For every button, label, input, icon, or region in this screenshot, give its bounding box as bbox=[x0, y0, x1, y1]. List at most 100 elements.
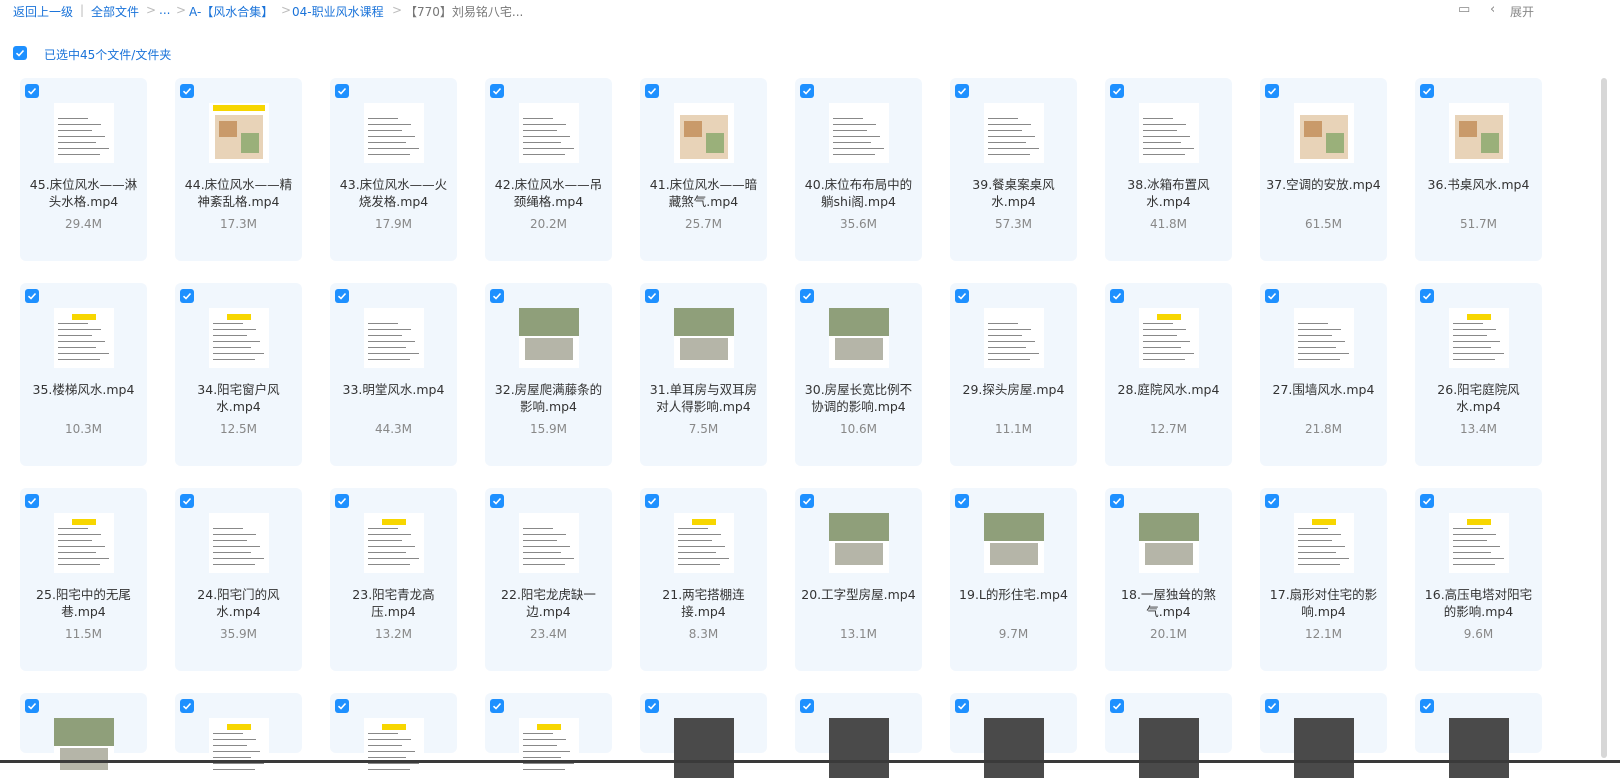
file-card[interactable]: 30.房屋长宽比例不协调的影响.mp4 10.6M bbox=[795, 283, 922, 466]
file-checkbox[interactable] bbox=[1420, 289, 1434, 303]
file-card[interactable] bbox=[485, 693, 612, 778]
file-card[interactable]: 41.床位风水——暗藏煞气.mp4 25.7M bbox=[640, 78, 767, 261]
file-checkbox[interactable] bbox=[1110, 84, 1124, 98]
breadcrumb-level1[interactable]: A-【风水合集】 bbox=[189, 3, 273, 20]
expand-button[interactable]: 展开 bbox=[1510, 3, 1534, 20]
file-checkbox[interactable] bbox=[1265, 289, 1279, 303]
file-card[interactable]: 21.两宅搭棚连接.mp4 8.3M bbox=[640, 488, 767, 671]
file-card[interactable] bbox=[795, 693, 922, 778]
panel-icon[interactable]: ▭ bbox=[1458, 2, 1470, 17]
file-checkbox[interactable] bbox=[1265, 84, 1279, 98]
file-checkbox[interactable] bbox=[1420, 699, 1434, 713]
file-card[interactable] bbox=[640, 693, 767, 778]
file-card[interactable]: 17.扇形对住宅的影响.mp4 12.1M bbox=[1260, 488, 1387, 671]
breadcrumb-ellipsis[interactable]: ... bbox=[159, 3, 170, 17]
file-checkbox[interactable] bbox=[25, 289, 39, 303]
file-card[interactable] bbox=[175, 693, 302, 778]
file-checkbox[interactable] bbox=[800, 84, 814, 98]
file-card[interactable]: 45.床位风水——淋头水格.mp4 29.4M bbox=[20, 78, 147, 261]
file-card[interactable]: 38.冰箱布置风水.mp4 41.8M bbox=[1105, 78, 1232, 261]
file-checkbox[interactable] bbox=[180, 494, 194, 508]
file-checkbox[interactable] bbox=[645, 494, 659, 508]
file-checkbox[interactable] bbox=[25, 84, 39, 98]
file-card[interactable]: 29.探头房屋.mp4 11.1M bbox=[950, 283, 1077, 466]
file-card[interactable] bbox=[1260, 693, 1387, 778]
file-card[interactable]: 28.庭院风水.mp4 12.7M bbox=[1105, 283, 1232, 466]
file-card[interactable]: 16.高压电塔对阳宅的影响.mp4 9.6M bbox=[1415, 488, 1542, 671]
file-card[interactable]: 36.书桌风水.mp4 51.7M bbox=[1415, 78, 1542, 261]
file-checkbox[interactable] bbox=[1265, 494, 1279, 508]
video-thumbnail bbox=[1294, 308, 1354, 368]
file-card[interactable] bbox=[330, 693, 457, 778]
file-card[interactable]: 35.楼梯风水.mp4 10.3M bbox=[20, 283, 147, 466]
file-checkbox[interactable] bbox=[490, 289, 504, 303]
file-checkbox[interactable] bbox=[180, 84, 194, 98]
check-icon bbox=[182, 87, 192, 95]
file-checkbox[interactable] bbox=[1110, 289, 1124, 303]
file-checkbox[interactable] bbox=[180, 289, 194, 303]
video-thumbnail bbox=[54, 103, 114, 163]
select-all-checkbox[interactable] bbox=[13, 46, 27, 60]
file-card[interactable] bbox=[20, 693, 147, 778]
file-checkbox[interactable] bbox=[1110, 699, 1124, 713]
file-card[interactable]: 31.单耳房与双耳房对人得影响.mp4 7.5M bbox=[640, 283, 767, 466]
file-checkbox[interactable] bbox=[25, 494, 39, 508]
file-card[interactable] bbox=[1415, 693, 1542, 778]
file-card[interactable]: 25.阳宅中的无尾巷.mp4 11.5M bbox=[20, 488, 147, 671]
file-checkbox[interactable] bbox=[955, 494, 969, 508]
file-card[interactable] bbox=[950, 693, 1077, 778]
file-checkbox[interactable] bbox=[1265, 699, 1279, 713]
file-checkbox[interactable] bbox=[335, 699, 349, 713]
file-card[interactable]: 26.阳宅庭院风水.mp4 13.4M bbox=[1415, 283, 1542, 466]
file-card[interactable]: 32.房屋爬满藤条的影响.mp4 15.9M bbox=[485, 283, 612, 466]
file-card[interactable]: 27.围墙风水.mp4 21.8M bbox=[1260, 283, 1387, 466]
file-checkbox[interactable] bbox=[335, 289, 349, 303]
file-card[interactable]: 23.阳宅青龙高压.mp4 13.2M bbox=[330, 488, 457, 671]
file-checkbox[interactable] bbox=[955, 84, 969, 98]
file-card[interactable]: 19.L的形住宅.mp4 9.7M bbox=[950, 488, 1077, 671]
file-card[interactable]: 43.床位风水——火烧发格.mp4 17.9M bbox=[330, 78, 457, 261]
file-card[interactable]: 39.餐桌案桌风水.mp4 57.3M bbox=[950, 78, 1077, 261]
file-card[interactable]: 20.工字型房屋.mp4 13.1M bbox=[795, 488, 922, 671]
file-checkbox[interactable] bbox=[335, 494, 349, 508]
file-checkbox[interactable] bbox=[800, 289, 814, 303]
chevron-right-icon: > bbox=[176, 3, 187, 17]
file-checkbox[interactable] bbox=[490, 699, 504, 713]
file-checkbox[interactable] bbox=[645, 699, 659, 713]
file-name: 20.工字型房屋.mp4 bbox=[801, 587, 916, 602]
file-checkbox[interactable] bbox=[1420, 84, 1434, 98]
file-checkbox[interactable] bbox=[490, 84, 504, 98]
file-card[interactable]: 34.阳宅窗户风水.mp4 12.5M bbox=[175, 283, 302, 466]
file-checkbox[interactable] bbox=[25, 699, 39, 713]
file-card[interactable]: 33.明堂风水.mp4 44.3M bbox=[330, 283, 457, 466]
file-checkbox[interactable] bbox=[180, 699, 194, 713]
file-card[interactable]: 40.床位布布局中的躺shi阁.mp4 35.6M bbox=[795, 78, 922, 261]
breadcrumb-all-files[interactable]: 全部文件 bbox=[91, 3, 139, 20]
scrollbar[interactable] bbox=[1601, 78, 1607, 758]
file-checkbox[interactable] bbox=[955, 289, 969, 303]
back-link[interactable]: 返回上一级 bbox=[13, 3, 73, 20]
file-checkbox[interactable] bbox=[490, 494, 504, 508]
file-checkbox[interactable] bbox=[1420, 494, 1434, 508]
file-card[interactable]: 37.空调的安放.mp4 61.5M bbox=[1260, 78, 1387, 261]
file-checkbox[interactable] bbox=[1110, 494, 1124, 508]
file-checkbox[interactable] bbox=[645, 289, 659, 303]
file-card[interactable]: 24.阳宅门的风水.mp4 35.9M bbox=[175, 488, 302, 671]
file-checkbox[interactable] bbox=[800, 494, 814, 508]
file-size: 20.2M bbox=[529, 217, 568, 231]
file-card[interactable]: 42.床位风水——吊颈绳格.mp4 20.2M bbox=[485, 78, 612, 261]
file-name: 34.阳宅窗户风水.mp4 bbox=[197, 382, 280, 414]
chevron-left-icon[interactable]: ‹ bbox=[1490, 2, 1495, 17]
file-card[interactable]: 22.阳宅龙虎缺一边.mp4 23.4M bbox=[485, 488, 612, 671]
check-icon bbox=[1422, 87, 1432, 95]
file-checkbox[interactable] bbox=[335, 84, 349, 98]
file-checkbox[interactable] bbox=[645, 84, 659, 98]
breadcrumb-level2[interactable]: 04-职业风水课程 bbox=[292, 3, 384, 20]
video-thumbnail bbox=[1139, 103, 1199, 163]
file-checkbox[interactable] bbox=[955, 699, 969, 713]
file-card[interactable]: 44.床位风水——精神紊乱格.mp4 17.3M bbox=[175, 78, 302, 261]
file-checkbox[interactable] bbox=[800, 699, 814, 713]
file-card[interactable]: 18.一屋独耸的煞气.mp4 20.1M bbox=[1105, 488, 1232, 671]
file-name: 24.阳宅门的风水.mp4 bbox=[197, 587, 280, 619]
file-card[interactable] bbox=[1105, 693, 1232, 778]
